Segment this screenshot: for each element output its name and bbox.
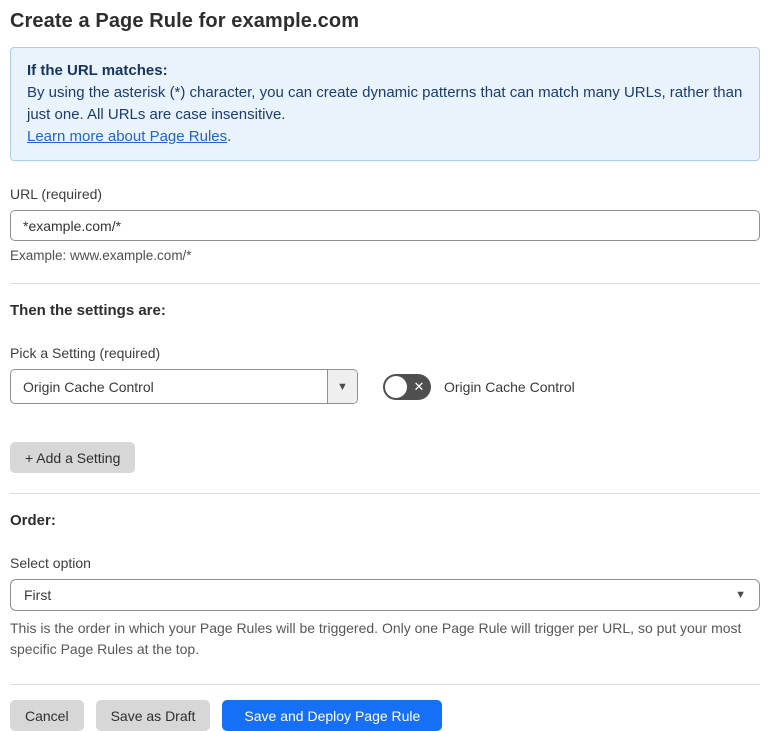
page-rule-form: Create a Page Rule for example.com If th… (0, 0, 770, 731)
url-field-hint: Example: www.example.com/* (10, 248, 192, 263)
order-select[interactable]: First ▼ (10, 579, 760, 611)
cancel-button[interactable]: Cancel (10, 700, 84, 731)
url-input[interactable] (10, 210, 760, 241)
info-box-link-line: Learn more about Page Rules. (27, 126, 743, 148)
info-box-body: By using the asterisk (*) character, you… (27, 84, 743, 123)
save-and-deploy-button[interactable]: Save and Deploy Page Rule (222, 700, 443, 731)
link-suffix: . (227, 128, 232, 145)
setting-picker-dropdown[interactable]: Origin Cache Control ▼ (10, 369, 358, 404)
footer-actions: Cancel Save as Draft Save and Deploy Pag… (10, 700, 760, 731)
divider (10, 283, 760, 284)
url-match-info-box: If the URL matches: By using the asteris… (10, 47, 760, 161)
info-box-heading: If the URL matches: (27, 62, 168, 79)
page-title: Create a Page Rule for example.com (10, 10, 360, 32)
dropdown-arrow-icon[interactable]: ▼ (327, 370, 357, 403)
settings-section-heading: Then the settings are: (10, 302, 166, 319)
learn-more-link[interactable]: Learn more about Page Rules (27, 128, 227, 145)
setting-picker-label: Pick a Setting (required) (10, 345, 161, 361)
toggle-off-x-icon: ✕ (413, 379, 425, 394)
add-setting-button[interactable]: + Add a Setting (10, 442, 136, 473)
toggle-label: Origin Cache Control (444, 378, 575, 395)
divider (10, 684, 760, 685)
order-select-label: Select option (10, 555, 91, 571)
order-help-text: This is the order in which your Page Rul… (10, 620, 742, 657)
setting-row: Origin Cache Control ▼ ✕ Origin Cache Co… (10, 369, 760, 404)
divider (10, 493, 760, 494)
save-as-draft-button[interactable]: Save as Draft (95, 700, 211, 731)
url-field-label: URL (required) (10, 186, 103, 202)
order-select-value: First (24, 587, 52, 603)
chevron-down-icon: ▼ (735, 589, 746, 601)
toggle-knob (385, 375, 407, 398)
origin-cache-control-toggle[interactable]: ✕ (383, 373, 431, 400)
setting-picker-value: Origin Cache Control (23, 378, 154, 395)
order-section-heading: Order: (10, 512, 56, 529)
